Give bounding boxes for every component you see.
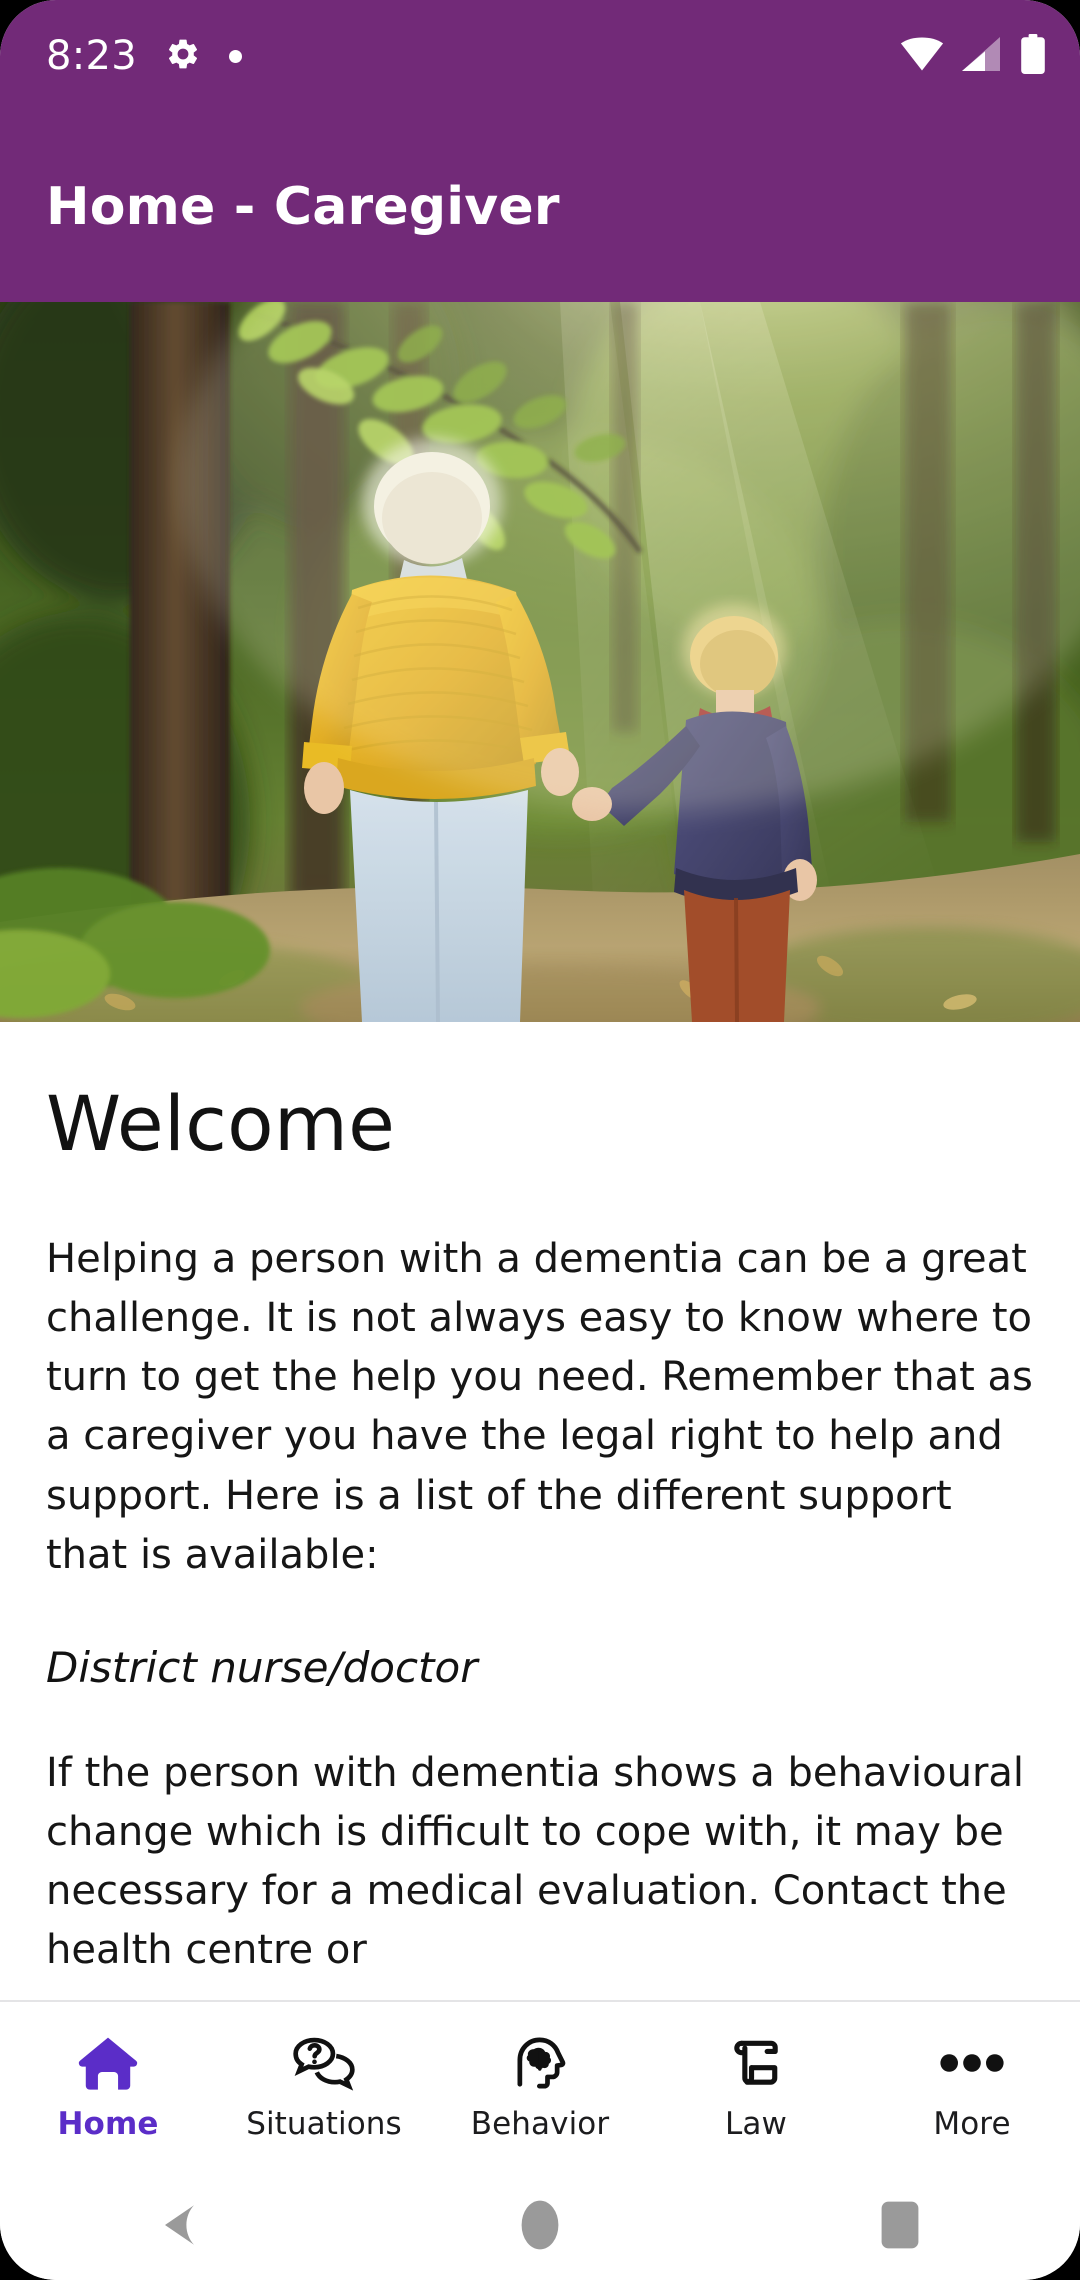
nav-item-situations[interactable]: Situations (216, 2002, 432, 2170)
nav-label-situations: Situations (246, 2106, 402, 2142)
ellipsis-icon (940, 2030, 1004, 2096)
nav-label-more: More (933, 2106, 1011, 2142)
gear-icon (165, 36, 201, 76)
bottom-navigation-bar: Home Situations Behavior Law More (0, 2000, 1080, 2170)
nav-label-behavior: Behavior (470, 2106, 610, 2142)
article-content: Welcome Helping a person with a dementia… (0, 1022, 1080, 2022)
nav-item-more[interactable]: More (864, 2002, 1080, 2170)
intro-paragraph: Helping a person with a dementia can be … (46, 1235, 1033, 1578)
battery-icon (1020, 34, 1046, 78)
home-button[interactable] (450, 2170, 630, 2280)
notification-dot-icon (229, 49, 243, 63)
status-bar-right (900, 34, 1046, 78)
app-bar: Home - Caregiver (0, 112, 1080, 302)
system-navigation-bar (0, 2170, 1080, 2280)
nav-item-law[interactable]: Law (648, 2002, 864, 2170)
nav-item-behavior[interactable]: Behavior (432, 2002, 648, 2170)
wifi-icon (900, 37, 944, 75)
speech-bubbles-question-icon (291, 2030, 357, 2096)
section-subheading: District nurse/doctor (46, 1642, 478, 1692)
status-bar-left: 8:23 (46, 33, 243, 79)
nav-label-law: Law (725, 2106, 787, 2142)
nav-label-home: Home (57, 2106, 159, 2142)
page-title: Home - Caregiver (46, 177, 560, 237)
back-button[interactable] (90, 2170, 270, 2280)
section-paragraph: If the person with dementia shows a beha… (46, 1749, 1025, 1974)
head-brain-icon (510, 2030, 570, 2096)
recents-button[interactable] (810, 2170, 990, 2280)
cell-signal-icon (962, 37, 1002, 75)
hero-image (0, 302, 1080, 1022)
welcome-heading: Welcome (46, 1079, 396, 1168)
status-bar: 8:23 (0, 0, 1080, 112)
scroll-icon (727, 2030, 785, 2096)
nav-item-home[interactable]: Home (0, 2002, 216, 2170)
home-icon (77, 2030, 139, 2096)
device-screen: 8:23 Home - Caregiver Welcome Helping a … (0, 0, 1080, 2280)
status-bar-clock: 8:23 (46, 33, 138, 79)
